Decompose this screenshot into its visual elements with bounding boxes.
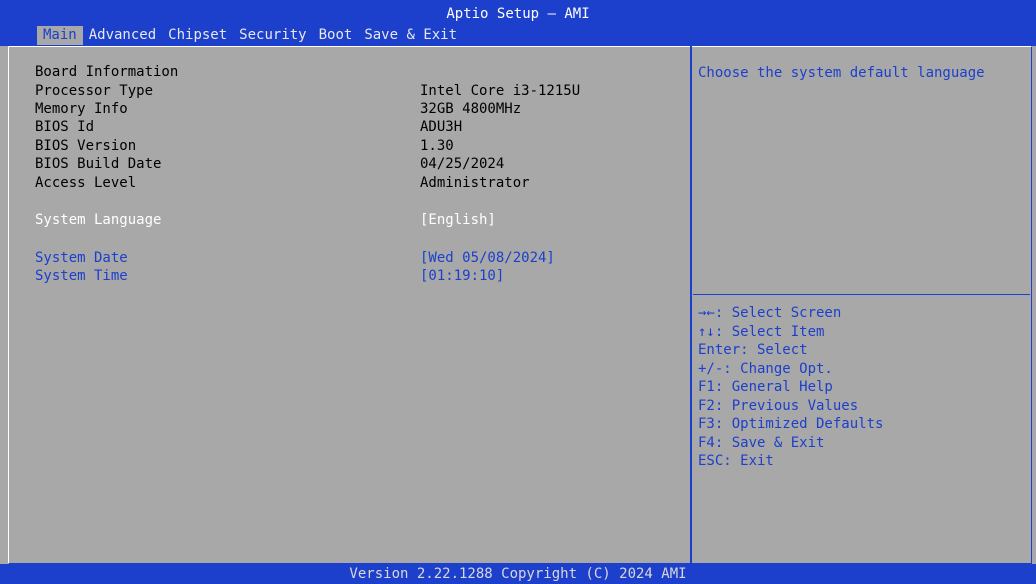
- key-select-item: ↑↓: Select Item: [698, 323, 825, 340]
- app-title: Aptio Setup – AMI: [446, 6, 590, 22]
- key-change-opt: +/-: Change Opt.: [698, 360, 833, 377]
- system-date-value[interactable]: [Wed 05/08/2024]: [420, 249, 555, 267]
- key-save-exit: F4: Save & Exit: [698, 434, 825, 451]
- panel-divider: [690, 46, 692, 564]
- key-optimized-defaults: F3: Optimized Defaults: [698, 416, 884, 432]
- label-processor-type: Processor Type: [35, 83, 154, 99]
- key-previous-values: F2: Previous Values: [698, 397, 859, 414]
- system-date-label[interactable]: System Date: [35, 249, 128, 267]
- system-language-value[interactable]: [English]: [420, 211, 496, 229]
- help-description: Choose the system default language: [698, 65, 985, 81]
- value-bios-id: ADU3H: [420, 119, 463, 135]
- value-bios-version: 1.30: [420, 138, 454, 154]
- value-access-level: Administrator: [420, 175, 530, 191]
- value-memory-info: 32GB 4800MHz: [420, 101, 522, 117]
- version-footer: Version 2.22.1288 Copyright (C) 2024 AMI: [0, 564, 1036, 584]
- key-general-help: F1: General Help: [698, 379, 833, 395]
- label-memory-info: Memory Info: [35, 101, 128, 117]
- tab-bar: Main Advanced Chipset Security Boot Save…: [37, 26, 463, 45]
- label-bios-version: BIOS Version: [35, 138, 137, 154]
- help-divider: [693, 294, 1030, 295]
- system-language-label[interactable]: System Language: [35, 211, 161, 229]
- tab-main[interactable]: Main: [37, 26, 83, 45]
- label-bios-build-date: BIOS Build Date: [35, 156, 162, 172]
- value-processor-type: Intel Core i3-1215U: [420, 83, 581, 99]
- tab-boot[interactable]: Boot: [313, 26, 359, 45]
- key-select-screen: →←: Select Screen: [698, 305, 842, 321]
- tab-save-exit[interactable]: Save & Exit: [358, 26, 463, 45]
- label-access-level: Access Level: [35, 175, 137, 191]
- system-time-value[interactable]: [01:19:10]: [420, 267, 504, 285]
- value-bios-build-date: 04/25/2024: [420, 156, 505, 172]
- title-bar: Aptio Setup – AMI Main Advanced Chipset …: [0, 0, 1036, 46]
- key-enter-select: Enter: Select: [698, 342, 808, 358]
- key-esc-exit: ESC: Exit: [698, 453, 774, 469]
- system-time-label[interactable]: System Time: [35, 267, 128, 285]
- section-title-board-information: Board Information: [35, 64, 179, 80]
- tab-security[interactable]: Security: [233, 26, 312, 45]
- tab-chipset[interactable]: Chipset: [162, 26, 233, 45]
- tab-advanced[interactable]: Advanced: [83, 26, 162, 45]
- label-bios-id: BIOS Id: [35, 119, 95, 135]
- key-legend: →←: Select Screen ↑↓: Select Item Enter:…: [698, 304, 883, 471]
